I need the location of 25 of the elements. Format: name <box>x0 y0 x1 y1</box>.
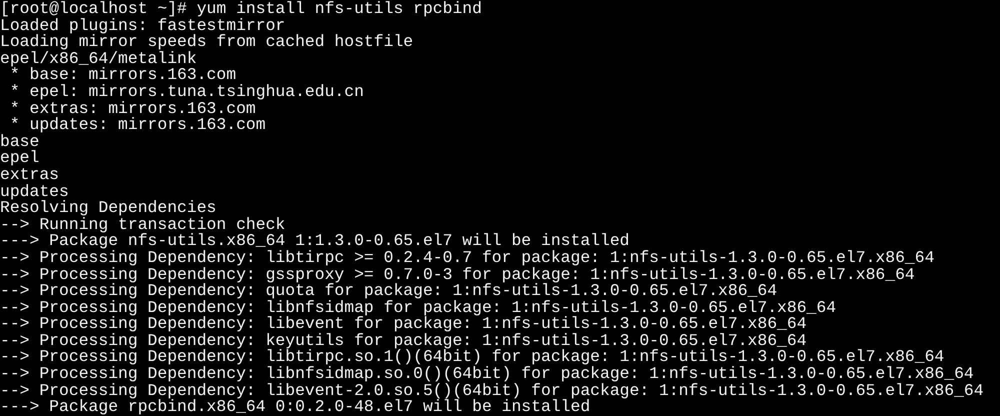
terminal-line: ---> Package rpcbind.x86_64 0:0.2.0-48.el7 will be installed <box>0 399 590 416</box>
terminal-line: --> Running transaction check <box>0 216 286 234</box>
terminal-line: * updates: mirrors.163.com <box>10 117 266 134</box>
terminal-line: Resolving Dependencies <box>0 200 216 217</box>
terminal-line: --> Processing Dependency: libtirpc >= 0.2.4-0.7 for package: 1:nfs-utils-1.3.0-0.65.el7.x86_64 <box>0 250 934 266</box>
terminal-line: [root@localhost ~]# yum install nfs-utils rpcbind <box>0 1 482 18</box>
terminal-line: epel/x86_64/metalink <box>0 50 197 68</box>
terminal-line: --> Processing Dependency: libevent-2.0.so.5()(64bit) for package: 1:nfs-utils-1.3.0-0.65.el7.x86_64 <box>0 382 984 400</box>
terminal-line: --> Processing Dependency: libnfsidmap.so.0()(64bit) for package: 1:nfs-utils-1.3.0-0.65.el7.x86_64 <box>0 366 974 383</box>
terminal-line: updates <box>0 184 69 200</box>
terminal-line: epel <box>0 150 40 167</box>
terminal-line: --> Processing Dependency: gssproxy >= 0.7.0-3 for package: 1:nfs-utils-1.3.0-0.65.el7.x86_64 <box>0 266 915 284</box>
terminal-line: * extras: mirrors.163.com <box>8 100 256 118</box>
terminal-line: * epel: mirrors.tuna.tsinghua.edu.cn <box>8 84 364 101</box>
terminal-line: Loading mirror speeds from cached hostfile <box>0 34 414 51</box>
terminal-line: --> Processing Dependency: libevent for package: 1:nfs-utils-1.3.0-0.65.el7.x86_64 <box>0 316 807 333</box>
terminal-line: Loaded plugins: fastestmirror <box>0 18 286 34</box>
terminal-line: ---> Package nfs-utils.x86_64 1:1.3.0-0.65.el7 will be installed <box>0 233 630 250</box>
terminal-line: * base: mirrors.163.com <box>10 67 236 84</box>
terminal-line: --> Processing Dependency: libnfsidmap for package: 1:nfs-utils-1.3.0-0.65.el7.x86_64 <box>0 300 836 316</box>
terminal-line: --> Processing Dependency: libtirpc.so.1()(64bit) for package: 1:nfs-utils-1.3.0-0.65.el7.x86_64 <box>0 349 944 366</box>
terminal-line: --> Processing Dependency: quota for package: 1:nfs-utils-1.3.0-0.65.el7.x86_64 <box>0 283 778 300</box>
terminal-line: base <box>0 134 40 150</box>
terminal-line: --> Processing Dependency: keyutils for package: 1:nfs-utils-1.3.0-0.65.el7.x86_64 <box>0 332 807 350</box>
terminal-line: extras <box>0 166 60 184</box>
